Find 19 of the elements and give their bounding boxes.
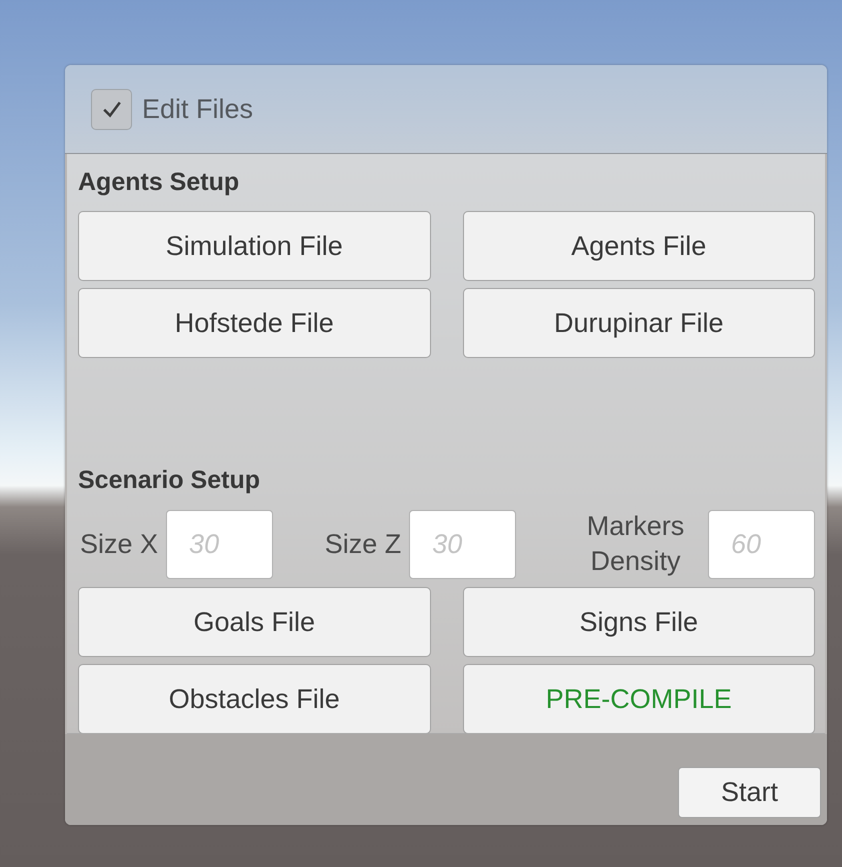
field-label: Size X: [80, 528, 158, 560]
file-button[interactable]: Obstacles File: [78, 664, 430, 733]
input-field[interactable]: 60: [708, 510, 815, 579]
input-field[interactable]: 30: [166, 510, 274, 579]
field-label: Size Z: [324, 528, 402, 560]
start-button[interactable]: Start: [678, 767, 821, 818]
section-title: Agents Setup: [78, 168, 240, 197]
checkbox-label: Edit Files: [142, 94, 254, 124]
file-button[interactable]: Agents File: [462, 211, 815, 281]
precompile-button[interactable]: PRE-COMPILE: [462, 664, 815, 733]
section-title: Scenario Setup: [78, 466, 261, 495]
file-button[interactable]: Simulation File: [78, 211, 430, 281]
checkbox[interactable]: [91, 88, 132, 130]
file-button[interactable]: Signs File: [462, 587, 815, 658]
file-button[interactable]: Hofstede File: [78, 288, 430, 358]
file-button[interactable]: Durupinar File: [462, 288, 815, 358]
input-field[interactable]: 30: [409, 510, 516, 579]
file-button[interactable]: Goals File: [78, 587, 430, 658]
field-label: Markers Density: [586, 510, 686, 578]
